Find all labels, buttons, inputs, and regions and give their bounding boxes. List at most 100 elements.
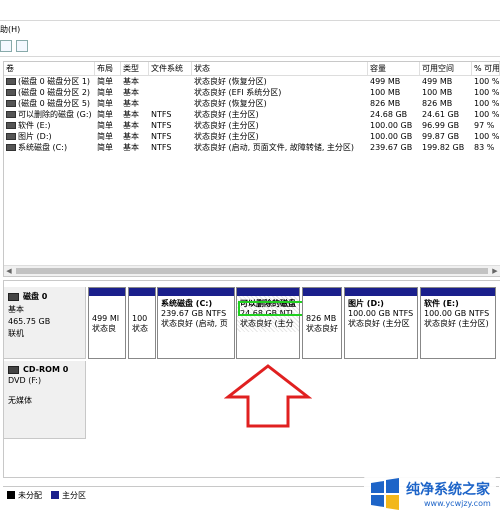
- cell-layout: 简单: [97, 121, 113, 130]
- watermark-name: 纯净系统之家: [406, 482, 490, 498]
- cell-filesystem: NTFS: [151, 143, 172, 152]
- column-header-filesystem[interactable]: 文件系统: [149, 62, 192, 75]
- properties-icon[interactable]: [0, 40, 12, 52]
- cell-layout: 简单: [97, 143, 113, 152]
- column-header-type[interactable]: 类型: [121, 62, 149, 75]
- partition-size: 499 MI: [92, 314, 120, 323]
- cdrom-icon: [8, 365, 19, 374]
- horizontal-scrollbar[interactable]: ◀ ▶: [4, 265, 500, 276]
- cell-type: 基本: [123, 143, 139, 152]
- cell-volume: (磁盘 0 磁盘分区 5): [4, 98, 95, 109]
- partition-size: 826 MB: [306, 314, 337, 323]
- column-header-status[interactable]: 状态: [192, 62, 368, 75]
- cell-status: 状态良好 (恢复分区): [194, 77, 267, 86]
- partition-status: 状态良好: [306, 324, 338, 333]
- cell-percent-free: 100 %: [474, 132, 500, 141]
- cell-filesystem: NTFS: [151, 121, 172, 130]
- cell-status: 状态良好 (主分区): [194, 110, 259, 119]
- cell-free: 99.87 GB: [422, 132, 460, 141]
- cell-layout: 简单: [97, 77, 113, 86]
- cell-free: 100 MB: [422, 88, 453, 97]
- partition-d[interactable]: 图片 (D:) 100.00 GB NTFS 状态良好 (主分区: [344, 287, 418, 359]
- view-icon[interactable]: [16, 40, 28, 52]
- primary-partition-bar: [129, 288, 155, 296]
- partition-recovery-1[interactable]: 499 MI 状态良: [88, 287, 126, 359]
- cell-capacity: 826 MB: [370, 99, 401, 108]
- volume-icon: [6, 100, 16, 107]
- cell-layout: 简单: [97, 88, 113, 97]
- partition-recovery-5[interactable]: 826 MB 状态良好: [302, 287, 342, 359]
- cell-volume: (磁盘 0 磁盘分区 1): [4, 76, 95, 87]
- cdrom-name: CD-ROM 0: [23, 365, 69, 374]
- cell-capacity: 24.68 GB: [370, 110, 408, 119]
- partition-efi[interactable]: 100 状态: [128, 287, 156, 359]
- partition-title: 图片 (D:): [348, 299, 384, 308]
- cell-type: 基本: [123, 110, 139, 119]
- table-row[interactable]: (磁盘 0 磁盘分区 2) 简单 基本 状态良好 (EFI 系统分区) 100 …: [4, 87, 500, 98]
- cell-volume: 可以删除的磁盘 (G:): [4, 109, 95, 120]
- partition-g[interactable]: 可以删除的磁盘 (G:)24.68 GB NTI状态良好 (主分: [236, 287, 300, 359]
- cell-capacity: 100.00 GB: [370, 121, 413, 130]
- primary-partition-bar: [345, 288, 417, 296]
- cell-volume: 软件 (E:): [4, 120, 95, 131]
- partition-c[interactable]: 系统磁盘 (C:) 239.67 GB NTFS 状态良好 (启动, 页: [157, 287, 235, 359]
- partition-title: 软件 (E:): [424, 299, 459, 308]
- column-header-layout[interactable]: 布局: [95, 62, 121, 75]
- unallocated-swatch: [7, 491, 15, 499]
- partition-status: 状态良好 (主分区: [348, 319, 410, 328]
- table-row[interactable]: 系统磁盘 (C:) 简单 基本 NTFS 状态良好 (启动, 页面文件, 故障转…: [4, 142, 500, 153]
- cdrom-type: DVD (F:): [8, 376, 42, 385]
- cell-type: 基本: [123, 88, 139, 97]
- disk-type: 基本: [8, 305, 24, 314]
- scroll-right-icon[interactable]: ▶: [490, 266, 500, 276]
- volume-icon: [6, 89, 16, 96]
- table-row[interactable]: 图片 (D:) 简单 基本 NTFS 状态良好 (主分区) 100.00 GB …: [4, 131, 500, 142]
- partition-title: 系统磁盘 (C:): [161, 299, 213, 308]
- table-row[interactable]: 软件 (E:) 简单 基本 NTFS 状态良好 (主分区) 100.00 GB …: [4, 120, 500, 131]
- table-row[interactable]: (磁盘 0 磁盘分区 1) 简单 基本 状态良好 (恢复分区) 499 MB 4…: [4, 76, 500, 87]
- cell-percent-free: 100 %: [474, 110, 500, 119]
- partition-status: 状态良好 (主分: [240, 319, 294, 328]
- table-row[interactable]: (磁盘 0 磁盘分区 5) 简单 基本 状态良好 (恢复分区) 826 MB 8…: [4, 98, 500, 109]
- volume-icon: [6, 144, 16, 151]
- cdrom-0-label[interactable]: CD-ROM 0 DVD (F:) 无媒体: [4, 361, 86, 439]
- partition-size: 100.00 GB NTFS: [424, 309, 490, 318]
- primary-swatch: [51, 491, 59, 499]
- primary-partition-bar: [89, 288, 125, 296]
- menu-bar: 助(H): [0, 22, 500, 36]
- cell-filesystem: NTFS: [151, 110, 172, 119]
- menu-help[interactable]: 助(H): [0, 24, 20, 35]
- cell-status: 状态良好 (主分区): [194, 132, 259, 141]
- primary-partition-bar: [237, 288, 299, 296]
- cell-free: 499 MB: [422, 77, 453, 86]
- disk-name: 磁盘 0: [23, 292, 48, 301]
- disk-size: 465.75 GB: [8, 317, 51, 326]
- volume-list: 卷 布局 类型 文件系统 状态 容量 可用空间 % 可用 (磁盘 0 磁盘分区 …: [3, 61, 500, 277]
- table-row[interactable]: 可以删除的磁盘 (G:) 简单 基本 NTFS 状态良好 (主分区) 24.68…: [4, 109, 500, 120]
- scrollbar-thumb[interactable]: [16, 268, 488, 274]
- volume-icon: [6, 133, 16, 140]
- toolbar: [0, 38, 500, 54]
- disk-0-label[interactable]: 磁盘 0 基本 465.75 GB 联机: [4, 287, 86, 359]
- cell-percent-free: 97 %: [474, 121, 495, 130]
- legend-primary: 主分区: [62, 491, 86, 500]
- partition-e[interactable]: 软件 (E:) 100.00 GB NTFS 状态良好 (主分区): [420, 287, 496, 359]
- primary-partition-bar: [421, 288, 495, 296]
- cell-capacity: 100.00 GB: [370, 132, 413, 141]
- cell-status: 状态良好 (启动, 页面文件, 故障转储, 主分区): [194, 143, 355, 152]
- column-header-free[interactable]: 可用空间: [420, 62, 472, 75]
- column-header-volume[interactable]: 卷: [4, 62, 95, 75]
- annotation-arrow-icon: [224, 364, 312, 428]
- disk-icon: [8, 292, 19, 301]
- cell-volume: 系统磁盘 (C:): [4, 142, 95, 153]
- cell-type: 基本: [123, 99, 139, 108]
- cell-capacity: 499 MB: [370, 77, 401, 86]
- column-header-percent-free[interactable]: % 可用: [472, 62, 500, 75]
- cell-percent-free: 100 %: [474, 99, 500, 108]
- scroll-left-icon[interactable]: ◀: [4, 266, 14, 276]
- cell-percent-free: 83 %: [474, 143, 495, 152]
- volume-icon: [6, 78, 16, 85]
- cdrom-status: 无媒体: [8, 396, 32, 405]
- primary-partition-bar: [303, 288, 341, 296]
- column-header-capacity[interactable]: 容量: [368, 62, 420, 75]
